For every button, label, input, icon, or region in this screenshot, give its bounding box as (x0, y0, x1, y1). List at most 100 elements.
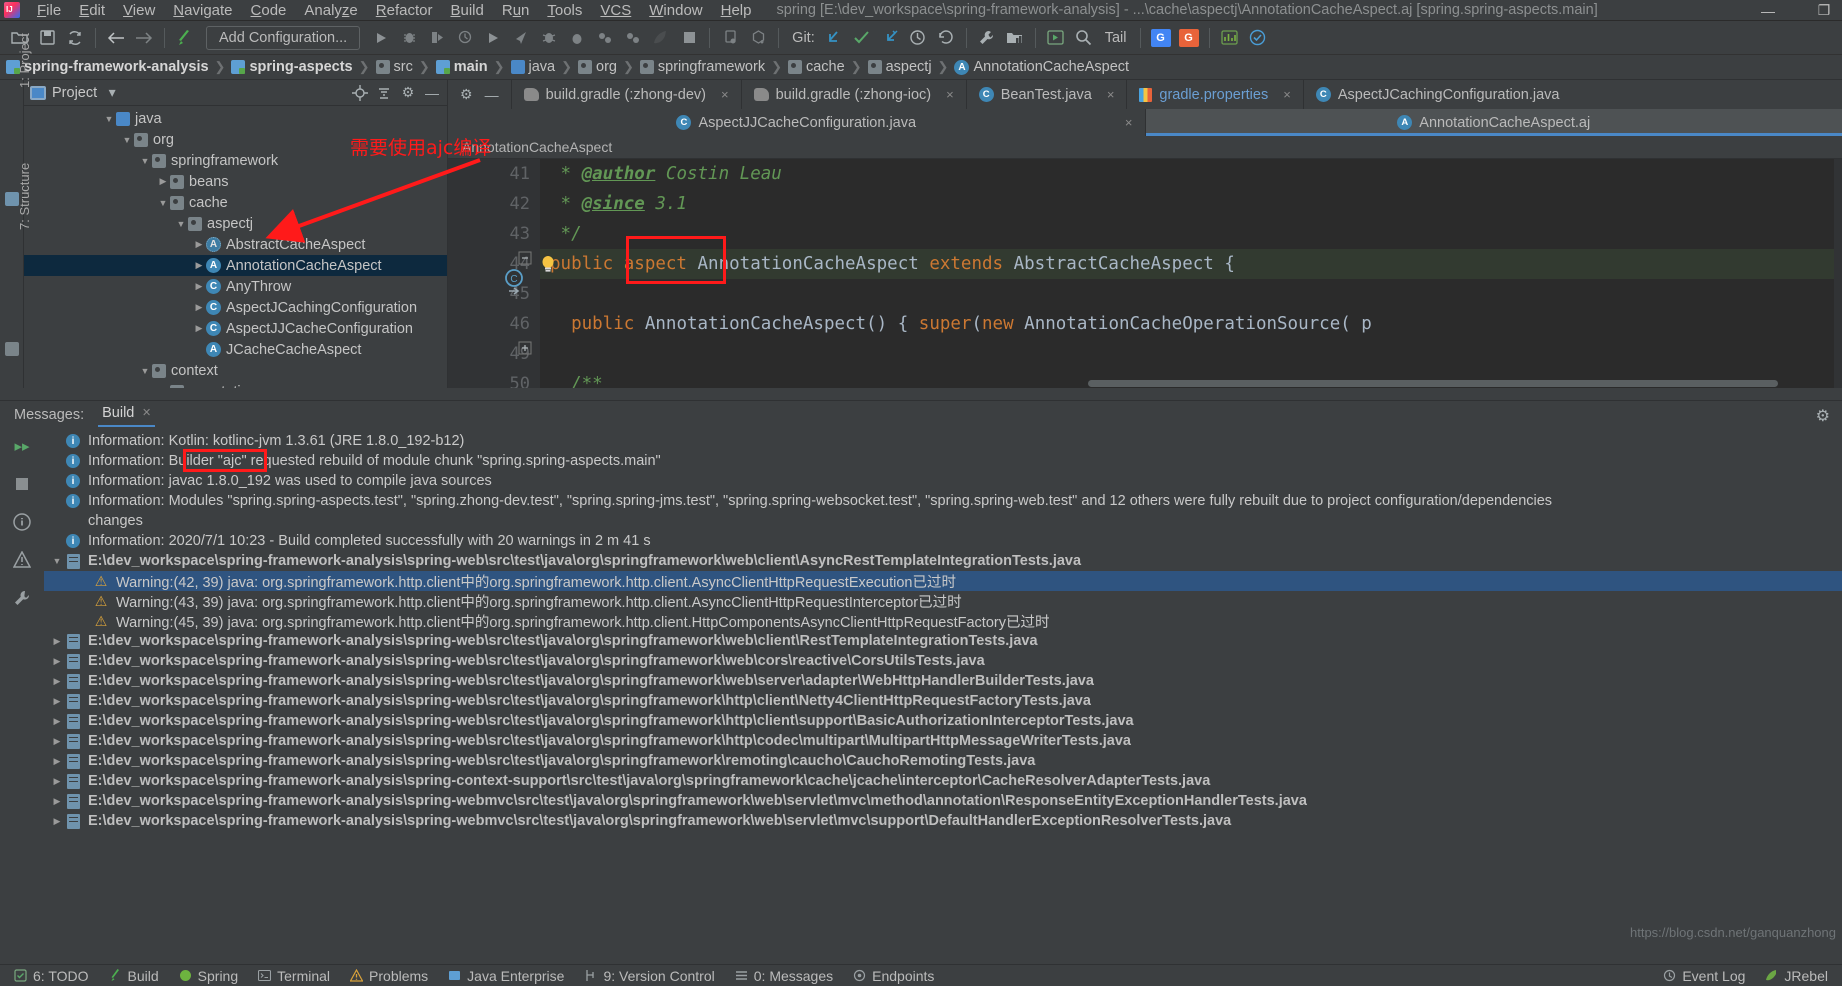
close-icon[interactable]: × (1283, 87, 1291, 102)
tree-expand-arrow[interactable]: ▼ (138, 156, 152, 166)
message-expand-arrow[interactable]: ▶ (50, 776, 64, 787)
message-row-info[interactable]: i Information: javac 1.8.0_192 was used t… (44, 471, 1842, 491)
status-item-spring[interactable]: Spring (179, 968, 238, 984)
tree-node-java[interactable]: ▼ java (24, 108, 447, 129)
run-with-coverage-icon[interactable] (424, 25, 450, 51)
tree-node-context[interactable]: ▼ context (24, 360, 447, 381)
status-item-terminal[interactable]: Terminal (258, 968, 330, 984)
editor-horizontal-scrollbar[interactable] (1088, 380, 1778, 387)
message-expand-arrow[interactable]: ▶ (50, 756, 64, 767)
close-icon[interactable]: × (1107, 87, 1115, 102)
close-icon[interactable]: × (946, 87, 954, 102)
close-icon[interactable]: × (721, 87, 729, 102)
message-row-file[interactable]: ▶ E:\dev_workspace\spring-framework-analy… (44, 791, 1842, 811)
editor-tab-annotationcacheaspect-aj[interactable]: A AnnotationCacheAspect.aj (1145, 109, 1842, 136)
status-item-messages[interactable]: 0: Messages (735, 968, 833, 984)
message-row-file[interactable]: ▶ E:\dev_workspace\spring-framework-analy… (44, 771, 1842, 791)
status-item-event-log[interactable]: Event Log (1663, 968, 1745, 984)
message-row-file[interactable]: ▶ E:\dev_workspace\spring-framework-analy… (44, 711, 1842, 731)
coverage-2-icon[interactable] (592, 25, 618, 51)
editor-tab-beantest-java[interactable]: C BeanTest.java × (967, 80, 1128, 109)
code-fold-icon[interactable] (518, 251, 532, 265)
tree-node-cache[interactable]: ▼ cache (24, 192, 447, 213)
messages-list[interactable]: i Information: Kotlin: kotlinc-jvm 1.3.61… (44, 429, 1842, 964)
message-row-file[interactable]: ▼ E:\dev_workspace\spring-framework-analy… (44, 551, 1842, 571)
stop-debug-icon[interactable] (564, 25, 590, 51)
tail-label[interactable]: Tail (1099, 30, 1133, 46)
tree-node-abstractcacheaspect[interactable]: ▶ A AbstractCacheAspect (24, 234, 447, 255)
code-line-49[interactable] (540, 339, 1842, 369)
code-line-45[interactable] (540, 279, 1842, 309)
status-item-jrebel[interactable]: JRebel (1765, 968, 1828, 984)
breadcrumb-item-4[interactable]: java (510, 59, 555, 75)
close-icon[interactable]: × (1125, 115, 1133, 130)
intention-bulb-icon[interactable] (540, 255, 556, 277)
git-push-icon[interactable] (877, 25, 903, 51)
message-expand-arrow[interactable]: ▶ (50, 676, 64, 687)
code-line-44[interactable]: public aspect AnnotationCacheAspect exte… (540, 249, 1842, 279)
run-icon[interactable] (368, 25, 394, 51)
save-all-icon[interactable] (34, 25, 60, 51)
translate-google-2-icon[interactable]: G (1176, 25, 1202, 51)
git-revert-icon[interactable] (933, 25, 959, 51)
menu-item-window[interactable]: Window (640, 1, 711, 20)
code-line-42[interactable]: * @since 3.1 (540, 189, 1842, 219)
menu-item-vcs[interactable]: VCS (591, 1, 640, 20)
install-apk-icon[interactable] (717, 25, 743, 51)
tree-expand-arrow[interactable]: ▶ (192, 281, 206, 292)
breadcrumb-item-6[interactable]: springframework (639, 59, 765, 75)
message-row-file[interactable]: ▶ E:\dev_workspace\spring-framework-analy… (44, 631, 1842, 651)
breadcrumb-item-9[interactable]: A AnnotationCacheAspect (954, 59, 1129, 75)
message-expand-arrow[interactable]: ▶ (50, 696, 64, 707)
search-everywhere-icon[interactable] (1071, 25, 1097, 51)
message-expand-arrow[interactable]: ▶ (50, 796, 64, 807)
menu-item-refactor[interactable]: Refactor (367, 1, 442, 20)
menu-item-analyze[interactable]: Analyze (295, 1, 366, 20)
editor-tab-build-gradle-zhong-dev[interactable]: build.gradle (:zhong-dev) × (512, 80, 742, 109)
sync-gradle-icon[interactable] (745, 25, 771, 51)
warning-filter-icon[interactable] (11, 549, 33, 571)
close-icon[interactable]: × (142, 405, 150, 421)
editor-tab-build-gradle-zhong-ioc[interactable]: build.gradle (:zhong-ioc) × (742, 80, 967, 109)
tree-node-anythrow[interactable]: ▶ C AnyThrow (24, 276, 447, 297)
tree-expand-arrow[interactable]: ▶ (192, 302, 206, 313)
message-row-warning[interactable]: ⚠ Warning:(43, 39) java: org.springframew… (44, 591, 1842, 611)
jrebel-run-icon[interactable] (648, 25, 674, 51)
menu-item-help[interactable]: Help (712, 1, 761, 20)
git-update-icon[interactable] (821, 25, 847, 51)
git-history-icon[interactable] (905, 25, 931, 51)
status-item-todo[interactable]: 6: TODO (14, 968, 89, 984)
add-configuration-button[interactable]: Add Configuration... (206, 25, 361, 50)
gear-icon[interactable]: ⚙ (1816, 406, 1830, 426)
message-row-file[interactable]: ▶ E:\dev_workspace\spring-framework-analy… (44, 751, 1842, 771)
translate-google-icon[interactable]: G (1148, 25, 1174, 51)
debug-remote-icon[interactable] (536, 25, 562, 51)
tree-expand-arrow[interactable]: ▼ (156, 198, 170, 208)
minimize-button[interactable]: — (1758, 3, 1778, 19)
tree-expand-arrow[interactable]: ▼ (138, 366, 152, 376)
menu-item-tools[interactable]: Tools (538, 1, 591, 20)
rerun-icon[interactable]: ▸▸ (11, 435, 33, 457)
check-circle-icon[interactable] (1245, 25, 1271, 51)
maximize-button[interactable]: ❐ (1814, 2, 1834, 19)
statistic-icon[interactable] (1217, 25, 1243, 51)
tree-node-beans[interactable]: ▶ beans (24, 171, 447, 192)
chevron-down-icon[interactable]: ▾ (103, 84, 121, 102)
code-lines[interactable]: * @author Costin Leau * @since 3.1 */ pub… (540, 159, 1842, 388)
menu-item-code[interactable]: Code (242, 1, 296, 20)
settings-wrench-icon[interactable] (11, 587, 33, 609)
gear-icon[interactable]: ⚙ (399, 84, 417, 102)
aspect-gutter-icon[interactable]: C (503, 269, 527, 303)
minimize-icon[interactable]: — (423, 84, 441, 102)
breadcrumb-item-2[interactable]: src (375, 59, 413, 75)
collapse-all-icon[interactable] (375, 84, 393, 102)
message-row-file[interactable]: ▶ E:\dev_workspace\spring-framework-analy… (44, 731, 1842, 751)
debug-icon[interactable] (396, 25, 422, 51)
breadcrumb-item-7[interactable]: cache (787, 59, 845, 75)
message-row-file[interactable]: ▶ E:\dev_workspace\spring-framework-analy… (44, 671, 1842, 691)
run-anything-icon[interactable] (1043, 25, 1069, 51)
message-row-info[interactable]: i Information: 2020/7/1 10:23 - Build com… (44, 531, 1842, 551)
build-project-icon[interactable] (172, 25, 198, 51)
message-row-info[interactable]: i Information: Kotlin: kotlinc-jvm 1.3.61… (44, 431, 1842, 451)
stop-icon[interactable] (11, 473, 33, 495)
